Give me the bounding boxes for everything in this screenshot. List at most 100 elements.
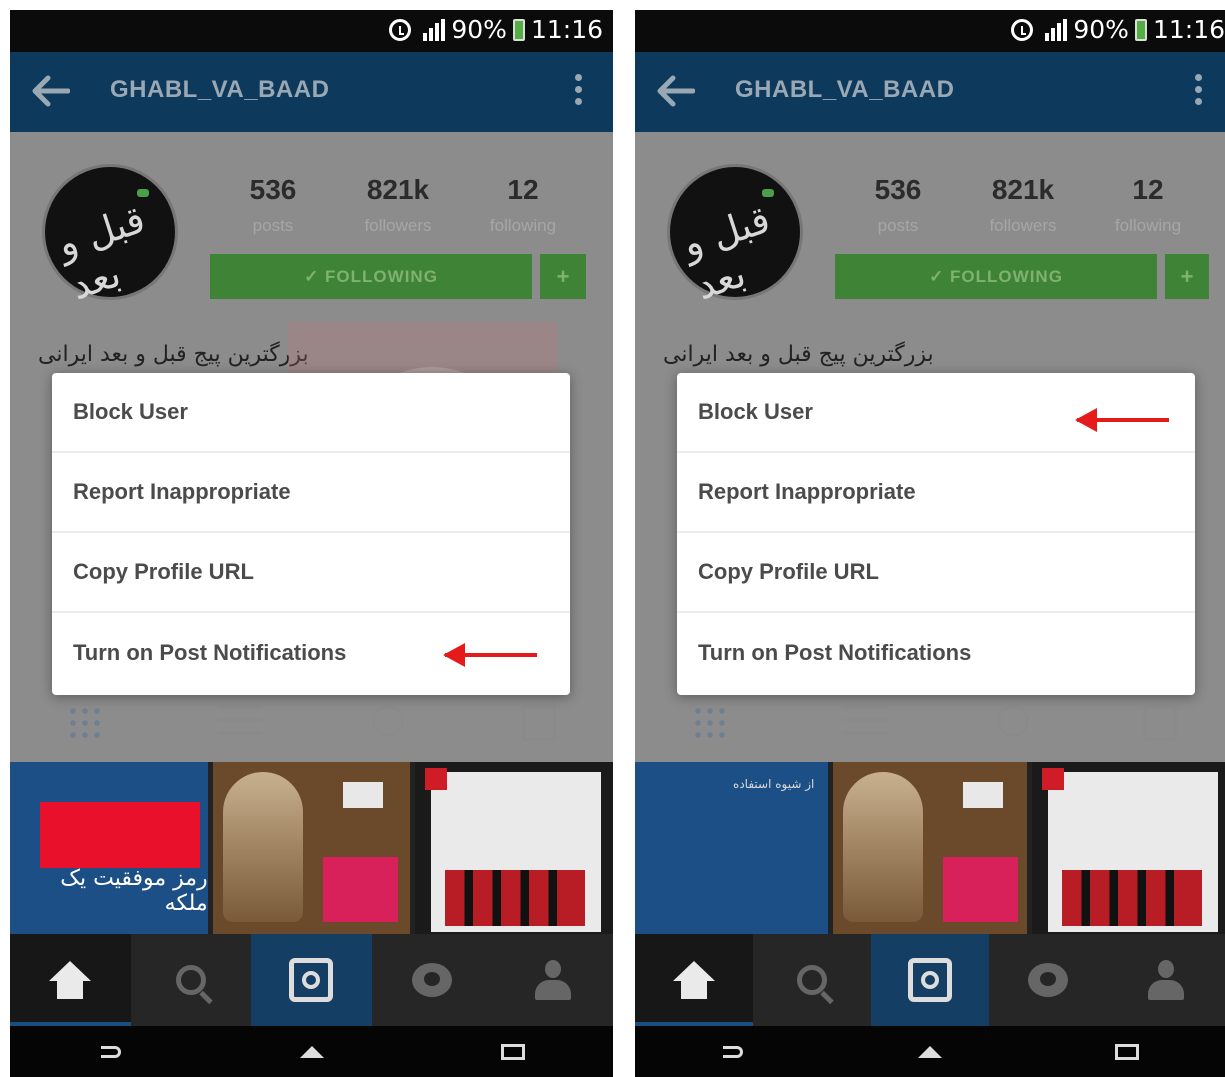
stat-posts[interactable]: 536 posts [838, 174, 958, 236]
list-view-icon[interactable] [843, 705, 887, 735]
avatar[interactable]: قبل و بعد [42, 164, 178, 308]
battery-icon [1134, 18, 1147, 41]
bottom-tab-bar [635, 934, 1225, 1026]
back-arrow-icon[interactable] [655, 74, 695, 108]
stat-following-label: following [489, 216, 557, 235]
location-icon[interactable] [372, 705, 404, 737]
tagged-icon[interactable] [1143, 705, 1177, 741]
tab-search[interactable] [131, 934, 252, 1026]
status-bar: 90% 11:16 [10, 10, 613, 52]
stat-followers-value: 821k [991, 174, 1055, 205]
search-icon [175, 965, 206, 995]
stat-following-value: 12 [507, 174, 539, 205]
home-icon [673, 961, 715, 999]
tab-activity[interactable] [372, 934, 493, 1026]
home-icon [49, 961, 92, 999]
tab-profile[interactable] [492, 934, 613, 1026]
stat-posts-value: 536 [249, 174, 297, 205]
thumbnail-caption: رمز موفقیت یک ملکه [60, 866, 208, 916]
stat-followers[interactable]: 821k followers [338, 174, 458, 236]
avatar[interactable]: قبل و بعد [667, 164, 803, 308]
nav-home-button[interactable] [832, 1026, 1029, 1077]
stat-posts-label: posts [252, 216, 294, 235]
menu-item-report[interactable]: Report Inappropriate [677, 453, 1195, 533]
overflow-menu-icon[interactable] [1195, 74, 1203, 110]
nav-back-button[interactable] [10, 1026, 211, 1077]
location-icon[interactable] [997, 705, 1029, 737]
list-view-icon[interactable] [218, 705, 262, 735]
post-thumbnail[interactable] [415, 762, 613, 934]
red-banner-graphic [40, 802, 200, 868]
profile-bio: بزرگترین پیج قبل و بعد ایرانی [38, 342, 309, 367]
red-arrow-indicator [443, 643, 537, 667]
avatar-logo-text: قبل و بعد [677, 197, 776, 309]
post-thumbnail[interactable] [833, 762, 1027, 934]
following-button[interactable]: ✓ FOLLOWING [835, 254, 1157, 299]
thumbnail-caption: از شیوه استفاده [733, 777, 815, 791]
tab-activity[interactable] [989, 934, 1107, 1026]
menu-item-post-notifications[interactable]: Turn on Post Notifications [677, 613, 1195, 693]
nav-back-button[interactable] [635, 1026, 832, 1077]
stat-following-label: following [1114, 216, 1182, 235]
post-thumbnail[interactable]: از شیوه استفاده [635, 762, 829, 934]
suggested-users-button[interactable]: + [1165, 254, 1209, 299]
menu-item-post-notifications[interactable]: Turn on Post Notifications [52, 613, 570, 693]
tab-profile[interactable] [1107, 934, 1225, 1026]
stat-posts[interactable]: 536 posts [213, 174, 333, 236]
stat-posts-label: posts [877, 216, 919, 235]
avatar-logo-text: قبل و بعد [52, 197, 151, 309]
view-switcher [10, 697, 613, 757]
android-nav-bar [10, 1026, 613, 1077]
suggested-users-button[interactable]: + [540, 254, 586, 299]
clock: 11:16 [1152, 15, 1225, 44]
tab-camera[interactable] [251, 934, 372, 1026]
phone-screen-left: 90% 11:16 GHABL_VA_BAAD قبل و بعد 536 po… [10, 10, 613, 1077]
menu-item-copy-url[interactable]: Copy Profile URL [677, 533, 1195, 613]
tab-camera[interactable] [871, 934, 989, 1026]
signal-icon [423, 18, 446, 41]
battery-percent: 90% [1073, 15, 1129, 44]
top-app-bar: GHABL_VA_BAAD [635, 52, 1225, 132]
overflow-menu-icon[interactable] [575, 74, 583, 110]
activity-icon [412, 963, 453, 997]
profile-icon [534, 960, 571, 1000]
back-arrow-icon[interactable] [30, 74, 70, 108]
menu-item-copy-url[interactable]: Copy Profile URL [52, 533, 570, 613]
nav-back-icon [100, 1045, 121, 1058]
tab-home[interactable] [10, 934, 131, 1026]
stat-followers[interactable]: 821k followers [963, 174, 1083, 236]
alarm-icon [389, 18, 412, 41]
stat-posts-value: 536 [874, 174, 922, 205]
nav-recent-button[interactable] [412, 1026, 613, 1077]
following-button[interactable]: ✓ FOLLOWING [210, 254, 532, 299]
nav-home-icon [299, 1045, 324, 1058]
stat-following[interactable]: 12 following [463, 174, 583, 236]
stat-following-value: 12 [1132, 174, 1164, 205]
thumbnail-badge [963, 782, 1004, 808]
stat-followers-label: followers [989, 216, 1057, 235]
grid-view-icon[interactable] [67, 705, 105, 743]
post-thumbnail[interactable]: رمز موفقیت یک ملکه [10, 762, 208, 934]
avatar-logo-mark [137, 189, 149, 197]
menu-item-label: Turn on Post Notifications [73, 640, 347, 665]
menu-item-report[interactable]: Report Inappropriate [52, 453, 570, 533]
stat-following[interactable]: 12 following [1088, 174, 1208, 236]
menu-item-block-user[interactable]: Block User [52, 373, 570, 453]
menu-item-block-user[interactable]: Block User [677, 373, 1195, 453]
red-arrow-indicator [1075, 408, 1169, 432]
post-thumbnail[interactable] [212, 762, 411, 934]
grid-view-icon[interactable] [692, 705, 730, 743]
nav-home-button[interactable] [211, 1026, 412, 1077]
tab-home[interactable] [635, 934, 753, 1026]
tagged-icon[interactable] [522, 705, 556, 741]
thumbnail-badge [342, 782, 383, 808]
profile-icon [1148, 960, 1184, 1000]
avatar-logo-mark [762, 189, 774, 197]
post-thumbnail[interactable] [1031, 762, 1225, 934]
tab-search[interactable] [753, 934, 871, 1026]
nav-recent-button[interactable] [1028, 1026, 1225, 1077]
camera-icon [908, 958, 952, 1002]
nav-recent-icon [500, 1043, 525, 1060]
view-switcher [635, 697, 1225, 757]
thumbnail-product [322, 857, 398, 922]
